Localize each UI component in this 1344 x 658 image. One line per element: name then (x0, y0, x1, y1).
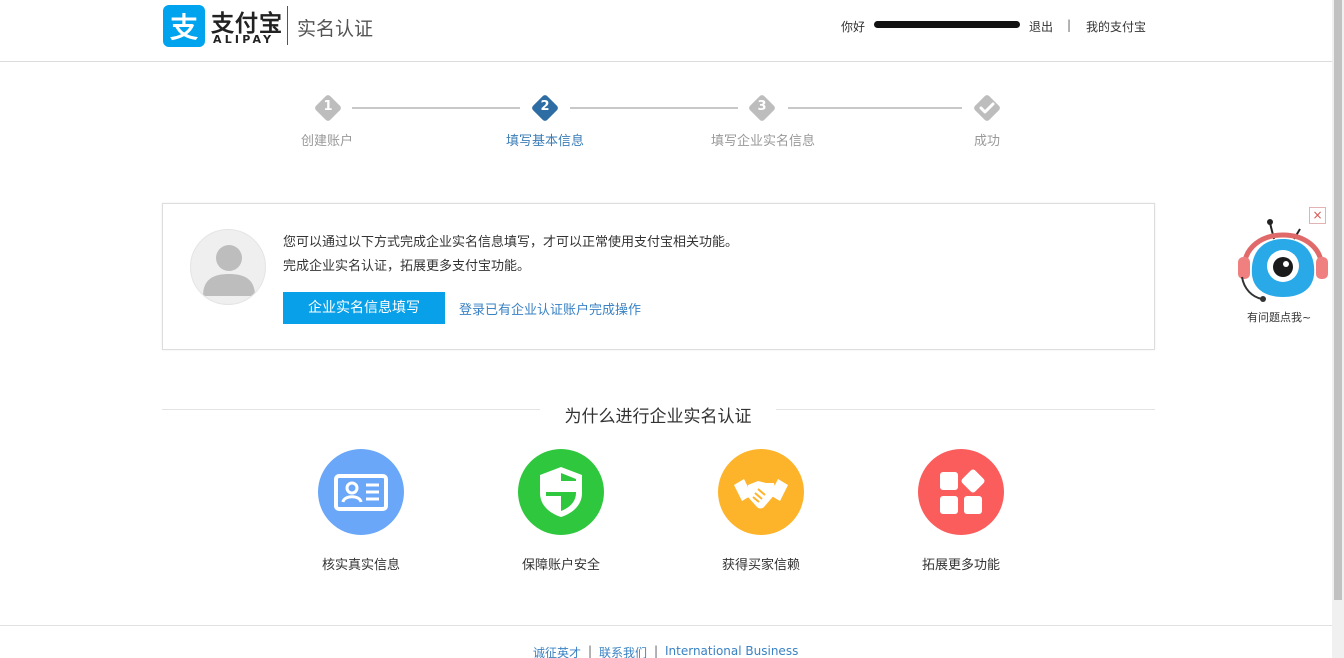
id-card-icon (318, 449, 404, 535)
shield-icon (518, 449, 604, 535)
feature-label-verify: 核实真实信息 (321, 558, 400, 573)
footer-link-contact[interactable]: 联系我们 (599, 644, 647, 658)
login-existing-account-link[interactable]: 登录已有企业认证账户完成操作 (459, 299, 641, 318)
vertical-scrollbar[interactable] (1332, 0, 1344, 658)
handshake-icon (718, 449, 804, 535)
svg-text:支: 支 (170, 11, 198, 44)
section-divider-right (769, 409, 1155, 410)
step-connector (570, 107, 738, 109)
step-3-number: 3 (757, 99, 767, 114)
alipay-logo-icon[interactable]: 支 (163, 5, 205, 47)
fill-enterprise-info-button[interactable]: 企业实名信息填写 (283, 292, 445, 324)
logo-divider (287, 6, 288, 45)
info-line-1: 您可以通过以下方式完成企业实名信息填写，才可以正常使用支付宝相关功能。 (283, 235, 739, 250)
feature-label-security: 保障账户安全 (521, 558, 600, 573)
step-1-number: 1 (323, 99, 333, 114)
why-section-title: 为什么进行企业实名认证 (540, 402, 776, 427)
greeting-text: 你好 (841, 20, 866, 34)
section-divider-left (162, 409, 548, 410)
step-2-number: 2 (540, 99, 550, 114)
my-alipay-link[interactable]: 我的支付宝 (1086, 18, 1146, 35)
apps-icon (918, 449, 1004, 535)
header-separator: | (1067, 18, 1072, 32)
info-card (162, 203, 1155, 350)
helper-text[interactable]: 有问题点我~ (1247, 309, 1311, 325)
page-title: 实名认证 (297, 18, 374, 40)
step-4-label: 成功 (973, 134, 1000, 149)
helper-robot-icon[interactable] (1236, 217, 1330, 307)
username-redacted (874, 21, 1020, 28)
step-connector (352, 107, 520, 109)
step-3-label: 填写企业实名信息 (710, 134, 815, 149)
page-header: 支 支付宝 ALIPAY 实名认证 你好 退出 | 我的支付宝 (0, 0, 1332, 62)
step-2-label: 填写基本信息 (505, 134, 584, 149)
check-icon (979, 102, 995, 114)
step-1-label: 创建账户 (300, 134, 353, 149)
avatar-icon (190, 229, 266, 305)
logout-link[interactable]: 退出 (1029, 18, 1053, 35)
scrollbar-thumb[interactable] (1334, 0, 1342, 600)
feature-label-trust: 获得买家信赖 (721, 558, 800, 573)
feature-label-expand: 拓展更多功能 (921, 558, 1000, 573)
info-line-2: 完成企业实名认证，拓展更多支付宝功能。 (283, 259, 531, 274)
footer-separator: | (588, 644, 593, 658)
logo-text-en: ALIPAY (213, 33, 275, 46)
footer-divider (0, 625, 1332, 626)
footer-separator: | (654, 644, 659, 658)
footer-link-international[interactable]: International Business (665, 644, 798, 658)
footer-link-careers[interactable]: 诚征英才 (533, 644, 581, 658)
step-connector (788, 107, 962, 109)
